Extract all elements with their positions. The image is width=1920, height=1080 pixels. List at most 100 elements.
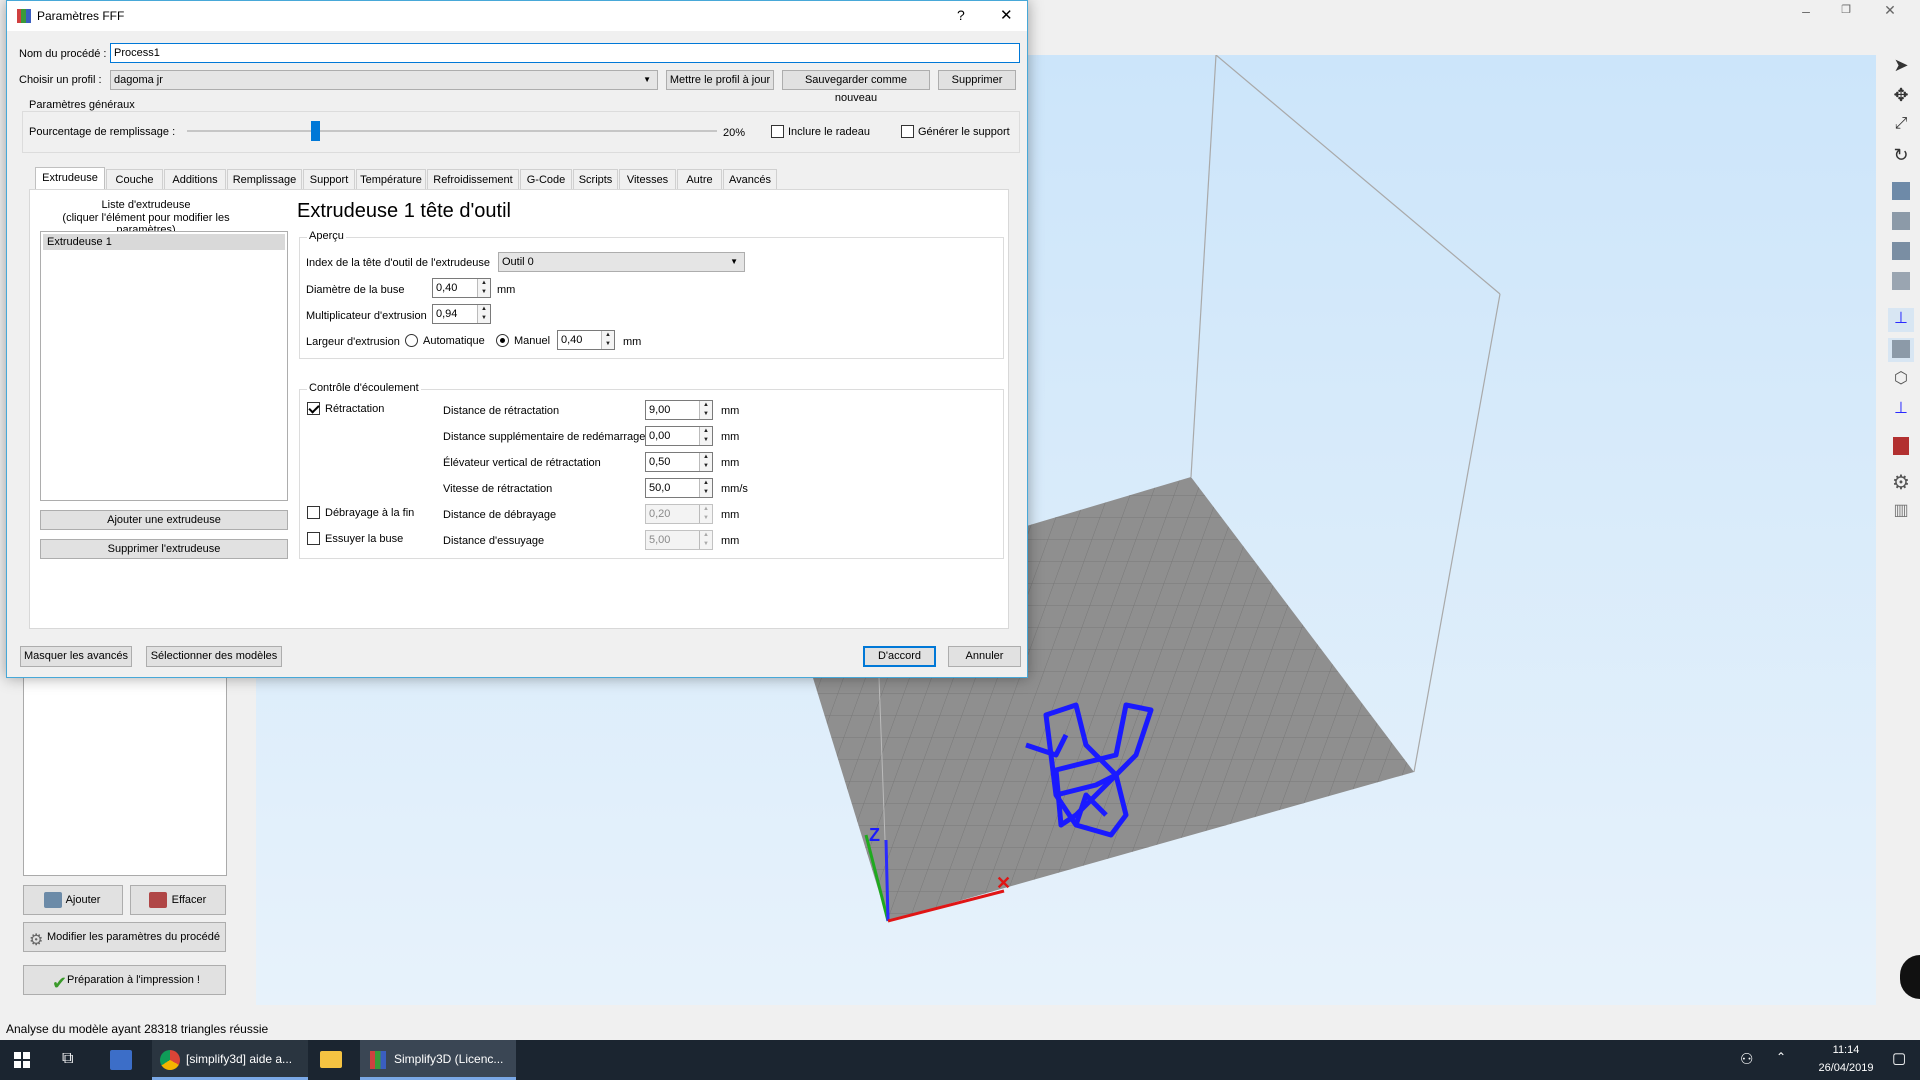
spin-arrows-icon[interactable]: ▲ ▼ [699,453,712,471]
move-icon[interactable]: ✥ [1888,85,1914,109]
profile-select[interactable]: dagoma jr ▼ [110,70,658,90]
spin-arrows-icon[interactable]: ▲ ▼ [601,331,614,349]
view-top-icon[interactable] [1888,210,1914,234]
extrusion-multiplier-input[interactable]: 0,94 ▲ ▼ [432,304,491,324]
extra-restart-input[interactable]: 0,00 ▲ ▼ [645,426,713,446]
spin-arrows-icon[interactable]: ▲ ▼ [699,479,712,497]
extruder-list[interactable]: Extrudeuse 1 [40,231,288,501]
view-iso-icon[interactable] [1888,338,1914,362]
view-front-icon[interactable] [1888,180,1914,204]
people-icon[interactable]: ⚇ [1740,1050,1753,1068]
help-icon[interactable]: ? [957,7,965,23]
dialog-title: Paramètres FFF [37,9,125,23]
add-button-label: Ajouter [65,894,101,906]
hide-advanced-button[interactable]: Masquer les avancés [20,646,132,667]
width-manual-radio[interactable] [496,334,509,347]
settings-icon[interactable]: ⚙ [1888,470,1914,494]
support-checkbox[interactable] [901,125,914,138]
save-as-new-button[interactable]: Sauvegarder comme nouveau [782,70,930,104]
nozzle-diameter-input[interactable]: 0,40 ▲ ▼ [432,278,491,298]
cross-section-icon[interactable] [1888,435,1914,459]
axes-icon[interactable]: ⊥ [1888,308,1914,332]
add-model-icon [44,892,62,908]
chrome-taskbar-item[interactable]: [simplify3d] aide a... [152,1040,308,1080]
ground-icon[interactable]: ⊥ [1888,398,1914,422]
extruder-list-header: Liste d'extrudeuse [101,199,191,211]
tab-avances[interactable]: Avancés [723,169,777,190]
ok-button[interactable]: D'accord [863,646,936,667]
rotate-icon[interactable]: ↻ [1888,145,1914,169]
wipe-checkbox[interactable] [307,532,320,545]
folder-taskbar-icon[interactable] [320,1051,342,1068]
tab-refroidissement[interactable]: Refroidissement [427,169,519,190]
view-right-icon[interactable] [1888,270,1914,294]
dialog-close-icon[interactable]: ✕ [1000,6,1013,24]
supports-icon[interactable]: ▥ [1888,500,1914,524]
axis-z-label: Z [869,825,880,845]
retract-speed-input[interactable]: 50,0 ▲ ▼ [645,478,713,498]
spin-arrows-icon[interactable]: ▲ ▼ [699,401,712,419]
edit-process-button[interactable]: ⚙ Modifier les paramètres du procédé [23,922,226,952]
tab-scripts[interactable]: Scripts [573,169,618,190]
maximize-icon[interactable]: ❐ [1836,3,1856,19]
tab-vitesses[interactable]: Vitesses [619,169,676,190]
profile-select-value: dagoma jr [114,74,163,86]
add-extruder-button[interactable]: Ajouter une extrudeuse [40,510,288,530]
remove-extruder-button[interactable]: Supprimer l'extrudeuse [40,539,288,559]
notifications-icon[interactable]: ▢ [1892,1049,1906,1067]
clock-date[interactable]: 26/04/2019 [1806,1062,1886,1074]
clock-time[interactable]: 11:14 [1816,1044,1876,1056]
width-auto-radio[interactable] [405,334,418,347]
retract-distance-input[interactable]: 9,00 ▲ ▼ [645,400,713,420]
close-icon[interactable]: ✕ [1880,2,1900,18]
select-models-button[interactable]: Sélectionner des modèles [146,646,282,667]
tab-g-code[interactable]: G-Code [520,169,572,190]
retraction-checkbox[interactable] [307,402,320,415]
infill-slider-track[interactable] [187,130,717,132]
spin-arrows-icon[interactable]: ▲ ▼ [699,505,712,523]
width-unit: mm [623,336,642,348]
select-icon[interactable]: ➤ [1888,55,1914,79]
tab-autre[interactable]: Autre [677,169,722,190]
wipe-distance-input[interactable]: 5,00 ▲ ▼ [645,530,713,550]
coast-distance-input[interactable]: 0,20 ▲ ▼ [645,504,713,524]
tab-extrudeuse[interactable]: Extrudeuse [35,167,105,191]
gears-icon: ⚙ [29,932,44,949]
extruder-heading: Extrudeuse 1 tête d'outil [297,200,511,222]
tab-additions[interactable]: Additions [164,169,226,190]
spin-arrows-icon[interactable]: ▲ ▼ [699,427,712,445]
tab-temperature[interactable]: Température [356,169,426,190]
tab-support[interactable]: Support [303,169,355,190]
tab-remplissage[interactable]: Remplissage [227,169,302,190]
view-left-icon[interactable] [1888,240,1914,264]
infill-slider-thumb[interactable] [311,121,320,141]
coast-checkbox[interactable] [307,506,320,519]
wireframe-icon[interactable]: ⬡ [1888,368,1914,392]
retract-lift-input[interactable]: 0,50 ▲ ▼ [645,452,713,472]
update-profile-button[interactable]: Mettre le profil à jour [666,70,774,90]
collapse-panel-button[interactable] [1900,955,1920,999]
process-name-input[interactable]: Process1 [110,43,1020,63]
tab-couche[interactable]: Couche [106,169,163,190]
simplify-taskbar-item[interactable]: Simplify3D (Licenc... [360,1040,516,1080]
raft-checkbox[interactable] [771,125,784,138]
delete-profile-button[interactable]: Supprimer [938,70,1016,90]
prepare-print-button[interactable]: ✔ Préparation à l'impression ! [23,965,226,995]
spin-arrows-icon[interactable]: ▲ ▼ [477,305,490,323]
process-list[interactable] [23,676,227,876]
spin-arrows-icon[interactable]: ▲ ▼ [699,531,712,549]
minimize-icon[interactable]: – [1796,3,1816,19]
add-button[interactable]: Ajouter [23,885,123,915]
spin-arrows-icon[interactable]: ▲ ▼ [477,279,490,297]
file-explorer-pinned-icon[interactable] [110,1050,132,1070]
clear-button[interactable]: Effacer [130,885,226,915]
cancel-button[interactable]: Annuler [948,646,1021,667]
windows-start-icon[interactable] [14,1052,30,1068]
scale-icon[interactable]: ⤢ [1888,115,1914,139]
extrusion-width-input[interactable]: 0,40 ▲ ▼ [557,330,615,350]
tool-index-select[interactable]: Outil 0 ▼ [498,252,745,272]
retract-lift-value: 0,50 [649,456,671,468]
task-view-icon[interactable]: ⧉ [62,1050,73,1068]
extruder-list-item[interactable]: Extrudeuse 1 [43,234,285,250]
tray-chevron-icon[interactable]: ⌃ [1776,1050,1786,1064]
